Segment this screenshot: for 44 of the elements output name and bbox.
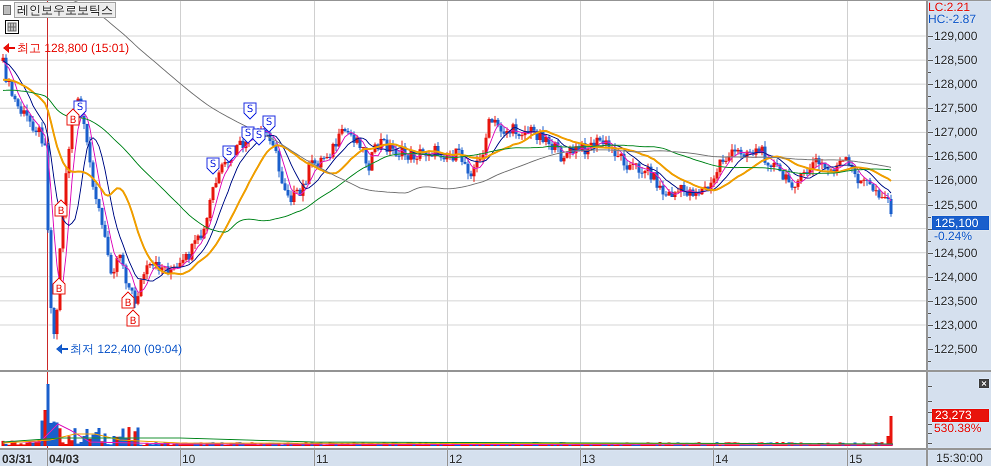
axis-label: 124,000: [934, 268, 978, 285]
sell-signal-marker: S: [252, 128, 266, 146]
axis-label: 123,500: [934, 292, 978, 309]
chart-title: 레인보우로보틱스: [14, 2, 116, 18]
current-price-badge: 125,100: [932, 216, 989, 230]
buy-signal-marker: B: [52, 277, 66, 295]
date-label: 04/03: [49, 451, 80, 466]
buy-signal-marker: B: [122, 291, 134, 309]
sell-signal-marker: S: [206, 158, 220, 175]
buy-signal-marker: B: [54, 199, 68, 217]
price-change: -0.24%: [934, 230, 972, 242]
sell-signal-marker: S: [244, 102, 256, 120]
axis-label: 123,000: [934, 316, 978, 333]
left-arrow-icon: [56, 344, 68, 354]
axis-label: 122,500: [934, 341, 978, 358]
date-label: 13: [582, 451, 596, 466]
left-arrow-icon: [3, 43, 15, 53]
axis-label: 127,500: [934, 100, 978, 116]
date-label: 14: [715, 451, 728, 466]
axis-label: 128,000: [934, 76, 978, 92]
axis-label: 129,000: [934, 28, 978, 44]
volume-badge: 23,273: [932, 409, 989, 422]
sell-signal-marker: S: [222, 146, 236, 163]
axis-label: 128,500: [934, 52, 978, 68]
indicator-value: LC:2.21: [928, 1, 972, 13]
date-label: 11: [316, 451, 328, 466]
date-label: 03/31: [2, 451, 32, 466]
buy-signal-marker: B: [126, 309, 140, 327]
buy-signal-marker: B: [66, 108, 80, 126]
date-label: 15: [849, 451, 862, 466]
axis-label: 127,000: [934, 124, 978, 140]
volume-change: 530.38%: [934, 422, 982, 434]
axis-label: 126,500: [934, 148, 978, 164]
date-label: 10: [182, 451, 196, 466]
date-label: 12: [449, 451, 462, 466]
time-label: 15:30:00: [936, 451, 983, 465]
indicator-value: HC:-2.87: [928, 13, 976, 25]
sell-signal-marker: S: [262, 116, 276, 133]
low-price-label: 최저 122,400 (09:04): [70, 342, 182, 356]
axis-label: 126,000: [934, 172, 978, 188]
close-icon[interactable]: [979, 379, 989, 388]
axis-label: 124,500: [934, 244, 978, 261]
axis-label: 125,500: [934, 196, 978, 213]
table-icon[interactable]: [5, 20, 19, 34]
